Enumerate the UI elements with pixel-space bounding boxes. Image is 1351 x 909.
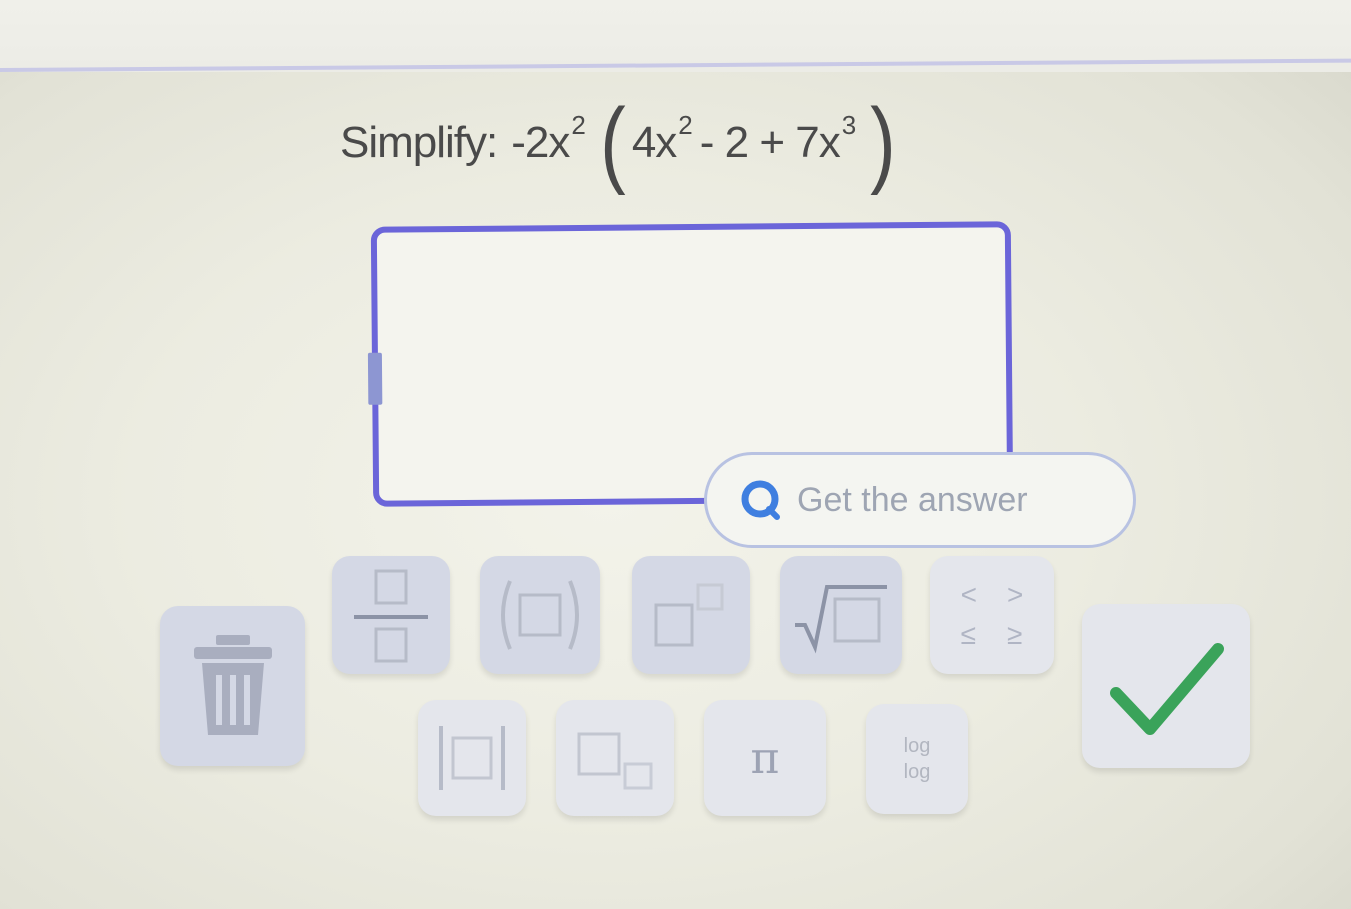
expr-lead-exponent: 2: [571, 109, 586, 140]
expr-term-1-exponent: 2: [678, 109, 693, 140]
expression: -2x 2 ( 4x 2 - 2 + 7x 3 ): [511, 95, 902, 191]
expr-lead: -2x: [511, 118, 570, 167]
log-bottom-label: log: [903, 761, 931, 783]
less-than-symbol: <: [960, 579, 977, 610]
text-cursor: [367, 352, 383, 405]
fraction-icon: [354, 569, 428, 663]
sqrt-icon: [795, 585, 887, 654]
expr-term-2: - 2 + 7x: [699, 118, 841, 167]
expr-close-paren: ): [870, 89, 896, 196]
search-icon: [741, 480, 780, 520]
pi-symbol: π: [750, 732, 780, 784]
checkmark-icon: [1110, 643, 1224, 735]
log-labels: log log: [904, 733, 931, 785]
absolute-value-button[interactable]: [418, 700, 526, 816]
question: Simplify: -2x 2 ( 4x 2 - 2 + 7x 3 ): [340, 88, 902, 198]
exponent-icon: [654, 583, 724, 647]
parentheses-icon: [501, 580, 579, 650]
trash-icon: [193, 635, 272, 735]
submit-button[interactable]: [1082, 604, 1250, 768]
greater-than-symbol: >: [1007, 579, 1024, 610]
clear-button[interactable]: [160, 606, 305, 766]
log-button[interactable]: log log: [866, 704, 968, 814]
get-answer-label: Get the answer: [797, 480, 1028, 519]
subscript-icon: [577, 732, 653, 790]
question-label: Simplify:: [340, 118, 498, 167]
expr-open-paren: (: [599, 89, 626, 196]
parentheses-button[interactable]: [480, 556, 600, 674]
subscript-button[interactable]: [556, 700, 674, 816]
sqrt-button[interactable]: [780, 556, 902, 674]
inequalities-button[interactable]: < > ≤ ≥: [930, 556, 1054, 674]
less-equal-symbol: ≤: [960, 619, 977, 650]
greater-equal-symbol: ≥: [1007, 619, 1023, 650]
pi-button[interactable]: π: [704, 700, 826, 816]
log-top-label: log: [903, 735, 931, 757]
expr-term-2-exponent: 3: [841, 109, 857, 140]
absolute-value-icon: [439, 726, 505, 790]
get-answer-button[interactable]: Get the answer: [704, 452, 1136, 548]
exponent-button[interactable]: [632, 556, 750, 674]
expr-term-1: 4x: [631, 118, 677, 167]
fraction-button[interactable]: [332, 556, 450, 674]
inequality-symbols: < > ≤ ≥: [961, 579, 1024, 651]
